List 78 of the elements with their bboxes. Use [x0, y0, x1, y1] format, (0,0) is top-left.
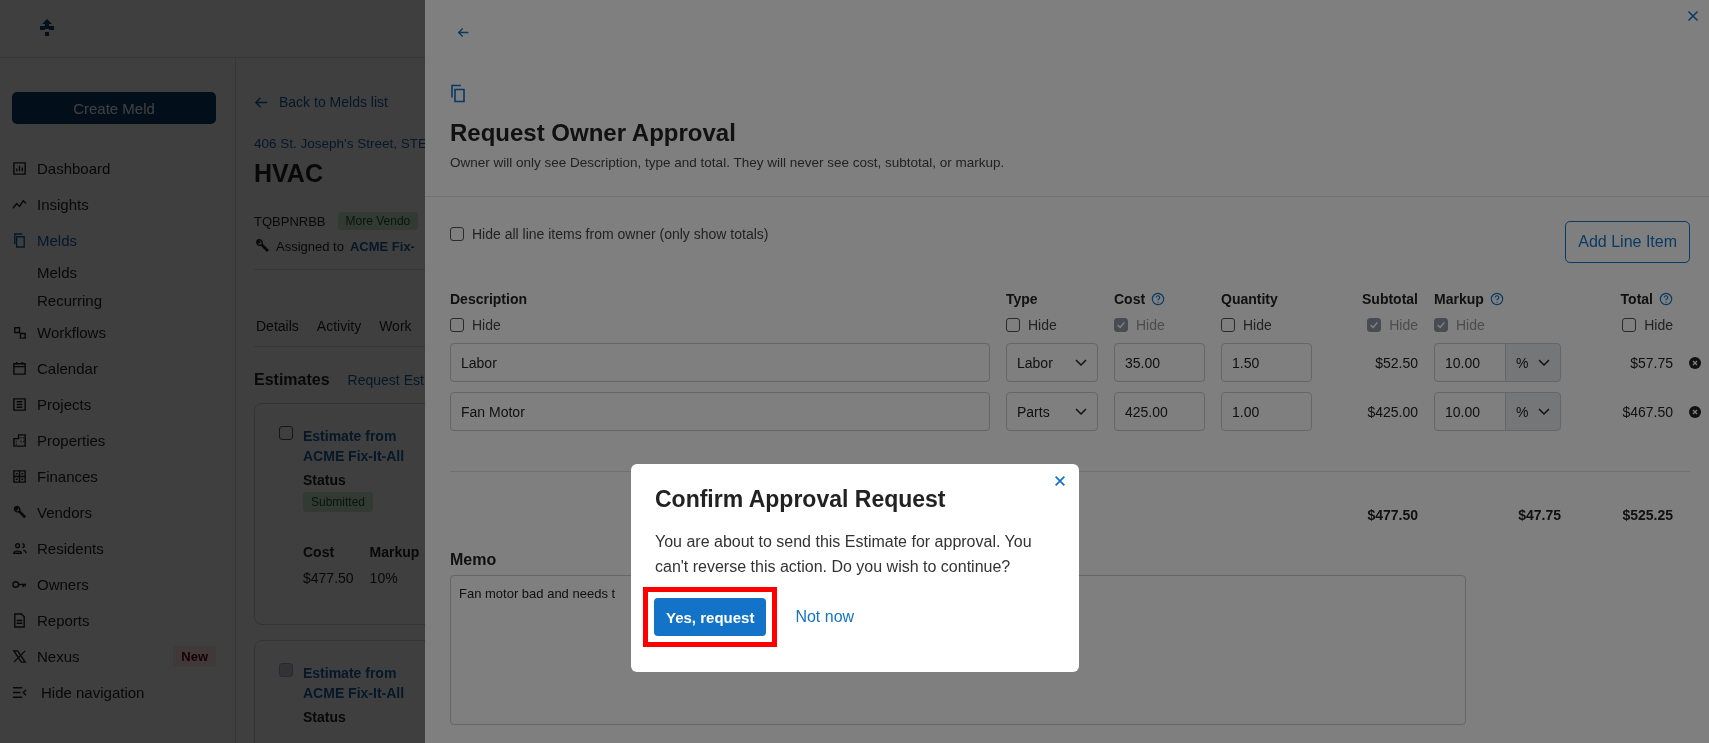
checkbox[interactable] — [279, 426, 293, 440]
chevron-icon — [1075, 358, 1087, 367]
type-select[interactable]: Labor — [1006, 343, 1098, 382]
checkmark-icon — [1116, 320, 1126, 330]
dialog-title: Confirm Approval Request — [655, 486, 947, 513]
type-select[interactable]: Parts — [1006, 392, 1098, 431]
calendar-icon — [12, 360, 27, 376]
back-link[interactable]: Back to Melds list — [254, 90, 425, 114]
remove-icon[interactable] — [1689, 356, 1701, 369]
subtotal-value: $425.00 — [1366, 403, 1418, 420]
markup-unit-select[interactable]: % — [1505, 392, 1561, 431]
memo-text: Fan motor bad and needs t — [459, 586, 616, 601]
help-icon[interactable] — [1151, 292, 1166, 306]
close-icon[interactable] — [1687, 10, 1699, 22]
subtotal-sum: $477.50 — [1366, 507, 1418, 523]
column-header: Quantity — [1221, 291, 1278, 307]
checkbox-label: Hide — [472, 317, 501, 333]
column-header: Markup — [1434, 291, 1484, 307]
back-arrow-icon[interactable] — [457, 26, 470, 39]
subtotal-value: $52.50 — [1374, 354, 1418, 371]
column-header: Description — [450, 291, 527, 307]
checkbox[interactable] — [1622, 318, 1637, 332]
vendor-link[interactable]: ACME Fix- — [349, 238, 415, 254]
cost-field[interactable]: 35.00 — [1114, 343, 1205, 382]
checkbox[interactable] — [450, 227, 464, 241]
cost-field[interactable]: 425.00 — [1114, 392, 1205, 431]
quantity-field[interactable]: 1.50 — [1221, 343, 1312, 382]
people-icon — [12, 540, 27, 556]
chevron-icon — [1075, 407, 1087, 416]
checkmark-icon — [1436, 320, 1446, 330]
checkbox-label: Hide — [1243, 317, 1272, 333]
x-logo-icon — [12, 648, 27, 664]
markup-sum: $47.75 — [1517, 507, 1561, 523]
add-line-item-button[interactable]: Add Line Item — [1565, 221, 1690, 263]
nav-item[interactable]: Melds — [12, 222, 216, 258]
column-header: Type — [1006, 291, 1038, 307]
column-header: Total — [1620, 291, 1653, 307]
collapse-icon — [12, 684, 27, 700]
document-icon — [12, 612, 27, 628]
wrench-icon — [254, 238, 270, 254]
estimate-link[interactable]: Estimate from ACME Fix-It-All — [303, 426, 413, 466]
description-field[interactable]: Labor — [450, 343, 990, 382]
total-value: $467.50 — [1621, 403, 1673, 420]
new-badge: New — [173, 645, 216, 667]
copy-icon — [12, 232, 27, 248]
drawer-title: Request Owner Approval — [450, 119, 737, 147]
chevron-icon — [1538, 407, 1550, 416]
cancel-link[interactable]: Not now — [795, 608, 855, 626]
drawer-subtitle: Owner will only see Description, type and total. They will never see cost, subtotal, or markup. — [450, 155, 1006, 170]
memo-label: Memo — [450, 551, 497, 569]
description-field[interactable]: Fan Motor — [450, 392, 990, 431]
building-icon — [12, 432, 27, 448]
checkbox[interactable] — [1221, 318, 1235, 332]
help-icon[interactable] — [1489, 292, 1504, 306]
markup-unit-select[interactable]: % — [1505, 343, 1561, 382]
dialog-message: You are about to send this Estimate for approval. You can't reverse this action. Do you wish to continue? — [655, 532, 1033, 577]
calculator-icon — [12, 468, 27, 484]
checkbox[interactable] — [1006, 318, 1020, 332]
checkbox[interactable] — [450, 318, 464, 332]
checkmark-icon — [1369, 320, 1380, 330]
column-header: Cost — [1114, 291, 1146, 307]
copy-icon — [450, 84, 466, 103]
remove-icon[interactable] — [1689, 405, 1701, 418]
total-value: $57.75 — [1629, 354, 1673, 371]
help-icon[interactable] — [1659, 292, 1673, 306]
chevron-icon — [1538, 358, 1550, 367]
quantity-field[interactable]: 1.00 — [1221, 392, 1312, 431]
checkbox-label: Hide all line items from owner (only show totals) — [472, 226, 769, 242]
checkbox-label: Hide — [1028, 317, 1057, 333]
wrench-icon — [12, 504, 27, 520]
list-icon — [12, 396, 27, 412]
close-icon[interactable] — [1053, 474, 1067, 488]
request-estimate-link[interactable]: Request Est — [347, 372, 424, 388]
total-sum: $525.25 — [1621, 507, 1673, 523]
confirm-button[interactable]: Yes, request — [654, 598, 767, 636]
column-header: Subtotal — [1362, 291, 1418, 307]
checkbox-label: Hide — [1644, 317, 1673, 333]
bar-chart-icon — [12, 160, 27, 176]
